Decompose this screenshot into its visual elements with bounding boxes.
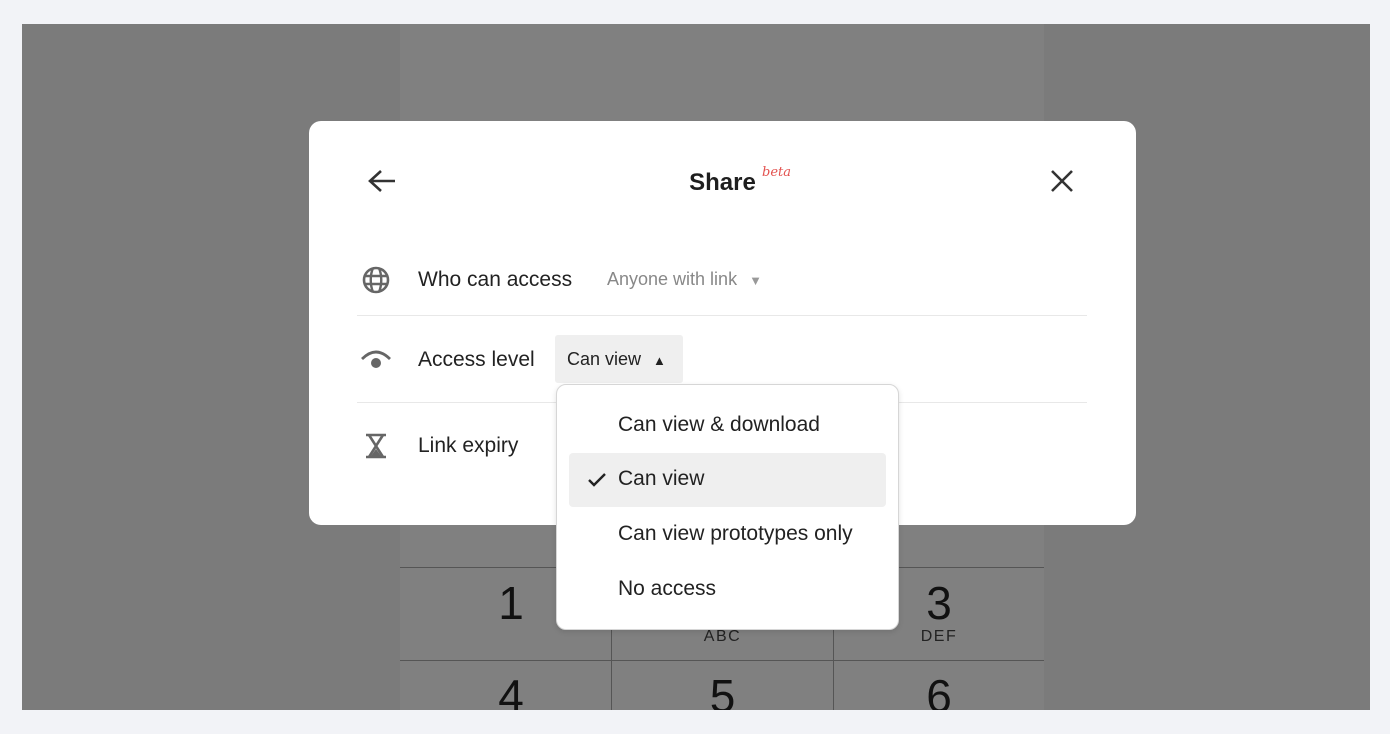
menu-item-can-view-prototypes[interactable]: Can view prototypes only (569, 508, 886, 562)
close-icon[interactable] (1050, 169, 1074, 193)
checkmark-icon (588, 473, 606, 487)
who-can-access-dropdown[interactable]: Anyone with link ▼ (607, 269, 762, 290)
modal-title: Share (689, 169, 756, 196)
key-digit: 4 (498, 670, 524, 710)
who-can-access-label: Who can access (418, 268, 573, 291)
divider (357, 315, 1087, 316)
key-letters: ABC (703, 628, 742, 645)
key-4: 4 (400, 660, 622, 710)
beta-badge: beta (762, 165, 791, 180)
access-level-value: Can view (567, 349, 642, 369)
key-letters: DEF (920, 628, 958, 645)
menu-item-can-view-download[interactable]: Can view & download (569, 399, 886, 453)
key-digit: 6 (926, 670, 952, 710)
access-level-label: Access level (418, 348, 535, 371)
globe-icon (362, 266, 390, 294)
who-can-access-value: Anyone with link (607, 269, 738, 289)
menu-item-can-view[interactable]: Can view (569, 453, 886, 507)
key-digit: 5 (709, 670, 736, 710)
caret-up-icon: ▲ (653, 353, 666, 368)
eye-icon (361, 350, 391, 368)
access-level-dropdown[interactable]: Can view ▲ (555, 335, 683, 383)
key-6: 6 (833, 660, 1044, 710)
menu-item-no-access[interactable]: No access (569, 563, 886, 617)
hourglass-icon (366, 433, 386, 459)
link-expiry-label: Link expiry (418, 434, 519, 457)
access-level-menu: Can view & download Can view Can view pr… (556, 384, 899, 630)
caret-down-icon: ▼ (749, 273, 762, 288)
key-5: 5 (611, 660, 833, 710)
